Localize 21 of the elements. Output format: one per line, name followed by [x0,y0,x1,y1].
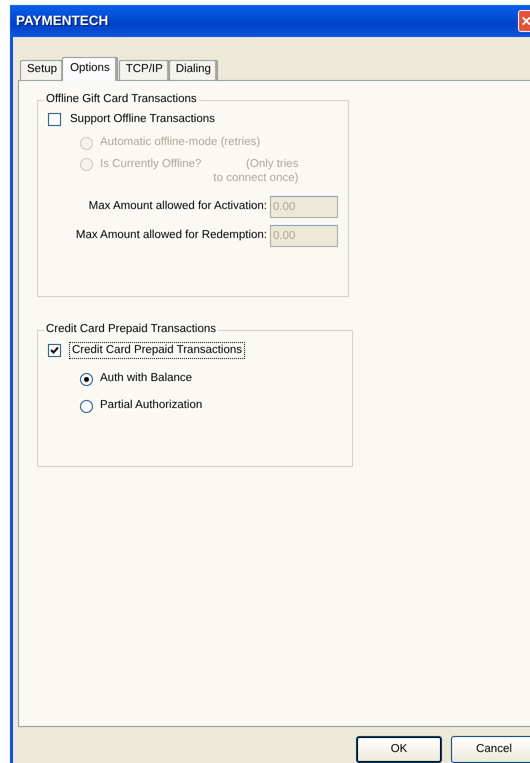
field-label: Max Amount allowed for Redemption: [76,228,267,243]
checkbox[interactable] [48,113,61,126]
close-icon[interactable] [518,10,530,32]
tab[interactable]: TCP/IP [118,60,170,80]
dialog-button[interactable]: Cancel [451,736,530,763]
dialog-button[interactable]: OK [356,736,442,763]
checkbox-label[interactable]: Credit Card Prepaid Transactions [70,342,244,358]
window-title: PAYMENTECH [15,12,108,29]
radio-label[interactable]: Auth with Balance [100,372,192,386]
checkbox-label[interactable]: Support Offline Transactions [70,112,215,126]
checkbox[interactable] [48,344,61,358]
tab[interactable]: Dialing [168,60,218,80]
tab[interactable]: Options [62,56,118,81]
tab[interactable]: Setup [20,60,64,80]
radio-label[interactable]: Partial Authorization [100,399,202,414]
field-label: Max Amount allowed for Activation: [88,200,267,214]
note-text: (Only tries [246,158,298,172]
radio-button[interactable] [80,400,93,413]
group-title: Credit Card Prepaid Transactions [44,322,218,336]
radio-button[interactable] [80,372,93,386]
note-text: to connect once) [213,172,298,186]
